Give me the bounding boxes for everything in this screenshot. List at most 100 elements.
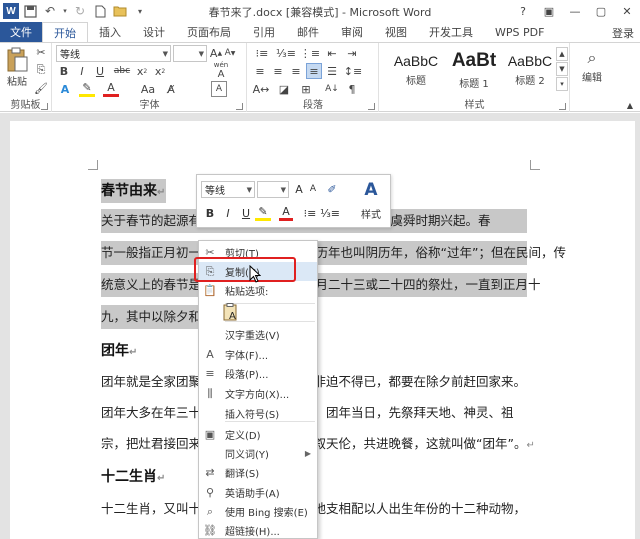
- save-icon[interactable]: [21, 2, 39, 20]
- italic-button[interactable]: I: [75, 63, 89, 79]
- bullets-icon[interactable]: ⁝≡: [252, 45, 272, 61]
- menu-item-10[interactable]: ⇄ 翻译(S): [199, 463, 317, 482]
- tab-design[interactable]: 设计: [132, 22, 176, 42]
- undo-dropdown-icon[interactable]: ▾: [61, 2, 69, 20]
- paste-keep-text-only-icon[interactable]: A: [223, 302, 243, 321]
- tab-wps-pdf[interactable]: WPS PDF: [484, 22, 555, 42]
- font-launcher-icon[interactable]: [236, 103, 243, 110]
- justify-icon[interactable]: ≡: [306, 63, 322, 79]
- find-icon[interactable]: ⌕: [581, 47, 603, 69]
- document-heading[interactable]: 团年↵: [101, 339, 137, 363]
- font-size-select[interactable]: ▼: [173, 45, 207, 62]
- change-case-icon[interactable]: Aa: [139, 81, 157, 97]
- style-title[interactable]: AaBbC 标题: [388, 48, 444, 92]
- bullets-icon[interactable]: ⁝≡: [301, 205, 319, 221]
- increase-indent-icon[interactable]: ⇥: [344, 45, 360, 61]
- new-document-icon[interactable]: [91, 2, 109, 20]
- tab-references[interactable]: 引用: [242, 22, 286, 42]
- ribbon-display-options-button[interactable]: ▣: [536, 0, 562, 22]
- tab-page-layout[interactable]: 页面布局: [176, 22, 242, 42]
- paste-icon[interactable]: [4, 46, 30, 74]
- tab-developer[interactable]: 开发工具: [418, 22, 484, 42]
- document-heading[interactable]: 十二生肖↵: [101, 465, 165, 489]
- styles-scroll-up-icon[interactable]: ▲: [556, 47, 568, 61]
- enclose-characters-icon[interactable]: A: [211, 81, 227, 97]
- shading-icon[interactable]: ◪: [276, 81, 292, 97]
- cut-icon[interactable]: ✂: [34, 45, 48, 59]
- font-color-icon[interactable]: A: [103, 81, 119, 97]
- styles-more-icon[interactable]: ▾: [556, 77, 568, 91]
- editing-button-label[interactable]: 编辑: [575, 69, 609, 84]
- phonetic-guide-icon[interactable]: wén A: [209, 61, 233, 80]
- tab-mailings[interactable]: 邮件: [286, 22, 330, 42]
- highlight-color-icon[interactable]: ✎: [255, 205, 271, 221]
- minimize-button[interactable]: —: [562, 0, 588, 22]
- mini-font-name-select[interactable]: 等线 ▼: [201, 181, 255, 198]
- align-right-icon[interactable]: ≡: [288, 63, 304, 79]
- show-marks-icon[interactable]: ¶: [344, 81, 360, 97]
- open-folder-icon[interactable]: [111, 2, 129, 20]
- borders-icon[interactable]: ⊞: [298, 81, 314, 97]
- shrink-font-icon[interactable]: A ▼: [223, 45, 237, 61]
- underline-button[interactable]: U: [93, 63, 107, 79]
- decrease-indent-icon[interactable]: ⇤: [324, 45, 340, 61]
- menu-item-6[interactable]: ⫼ 文字方向(X)...: [199, 384, 317, 403]
- menu-item-12[interactable]: ⌕ 使用 Bing 搜索(E): [199, 502, 317, 521]
- menu-item-13[interactable]: ⛓ 超链接(H)...: [199, 521, 317, 539]
- superscript-button[interactable]: x2: [153, 63, 167, 79]
- menu-item-9[interactable]: 同义词(Y) ▶: [199, 444, 317, 463]
- tab-insert[interactable]: 插入: [88, 22, 132, 42]
- menu-item-3[interactable]: 汉字重选(V): [199, 325, 317, 344]
- style-heading-2[interactable]: AaBbC 标题 2: [502, 48, 558, 92]
- paragraph-launcher-icon[interactable]: [368, 103, 375, 110]
- clipboard-launcher-icon[interactable]: [41, 103, 48, 110]
- maximize-button[interactable]: ▢: [588, 0, 614, 22]
- mini-styles-label[interactable]: 样式: [357, 205, 385, 221]
- tab-home[interactable]: 开始: [42, 22, 88, 42]
- mini-bold-button[interactable]: B: [203, 205, 217, 221]
- menu-item-11[interactable]: ⚲ 英语助手(A): [199, 483, 317, 502]
- close-button[interactable]: ✕: [614, 0, 640, 22]
- grow-font-icon[interactable]: A ▲: [209, 45, 223, 61]
- mini-italic-button[interactable]: I: [221, 205, 235, 221]
- collapse-ribbon-icon[interactable]: ▲: [624, 99, 636, 111]
- styles-launcher-icon[interactable]: [559, 103, 566, 110]
- styles-scroll-down-icon[interactable]: ▼: [556, 62, 568, 76]
- word-logo-icon[interactable]: W: [3, 3, 19, 19]
- clear-formatting-icon[interactable]: A̸: [163, 81, 179, 97]
- font-color-icon[interactable]: A: [279, 205, 293, 221]
- menu-item-5[interactable]: ≡ 段落(P)...: [199, 364, 317, 383]
- menu-item-7[interactable]: 插入符号(S): [199, 404, 317, 423]
- help-button[interactable]: ?: [510, 0, 536, 22]
- undo-icon[interactable]: ↶: [41, 2, 59, 20]
- align-center-icon[interactable]: ≡: [270, 63, 286, 79]
- styles-icon[interactable]: A: [359, 179, 383, 201]
- tab-file[interactable]: 文件: [0, 22, 42, 42]
- grow-font-icon[interactable]: A: [293, 181, 305, 197]
- chinese-layout-icon[interactable]: A↔: [252, 81, 270, 97]
- redo-icon[interactable]: ↻: [71, 2, 89, 20]
- tab-view[interactable]: 视图: [374, 22, 418, 42]
- multilevel-list-icon[interactable]: ⋮≡: [300, 45, 320, 61]
- mini-font-size-select[interactable]: ▼: [257, 181, 289, 198]
- menu-item-8[interactable]: ▣ 定义(D): [199, 425, 317, 444]
- align-left-icon[interactable]: ≡: [252, 63, 268, 79]
- subscript-button[interactable]: x2: [135, 63, 149, 79]
- format-painter-icon[interactable]: ✐: [325, 181, 339, 197]
- highlight-color-icon[interactable]: ✎: [79, 81, 95, 97]
- mini-underline-button[interactable]: U: [239, 205, 253, 221]
- copy-icon[interactable]: ⎘: [34, 63, 48, 77]
- shrink-font-icon[interactable]: A: [307, 181, 319, 197]
- strikethrough-button[interactable]: abc: [113, 63, 131, 79]
- style-heading-1[interactable]: AaBt 标题 1: [446, 48, 502, 92]
- paste-button-label[interactable]: 粘贴: [3, 73, 31, 88]
- sort-icon[interactable]: A↓: [324, 81, 340, 97]
- login-link[interactable]: 登录: [612, 25, 634, 41]
- document-heading[interactable]: 春节由来↵: [101, 179, 166, 203]
- distributed-icon[interactable]: ☰: [324, 63, 340, 79]
- line-spacing-icon[interactable]: ↕≡: [344, 63, 362, 79]
- text-effects-icon[interactable]: A: [57, 81, 73, 97]
- tab-review[interactable]: 审阅: [330, 22, 374, 42]
- font-name-select[interactable]: 等线 ▼: [56, 45, 171, 62]
- numbering-icon[interactable]: ⅓≡: [276, 45, 296, 61]
